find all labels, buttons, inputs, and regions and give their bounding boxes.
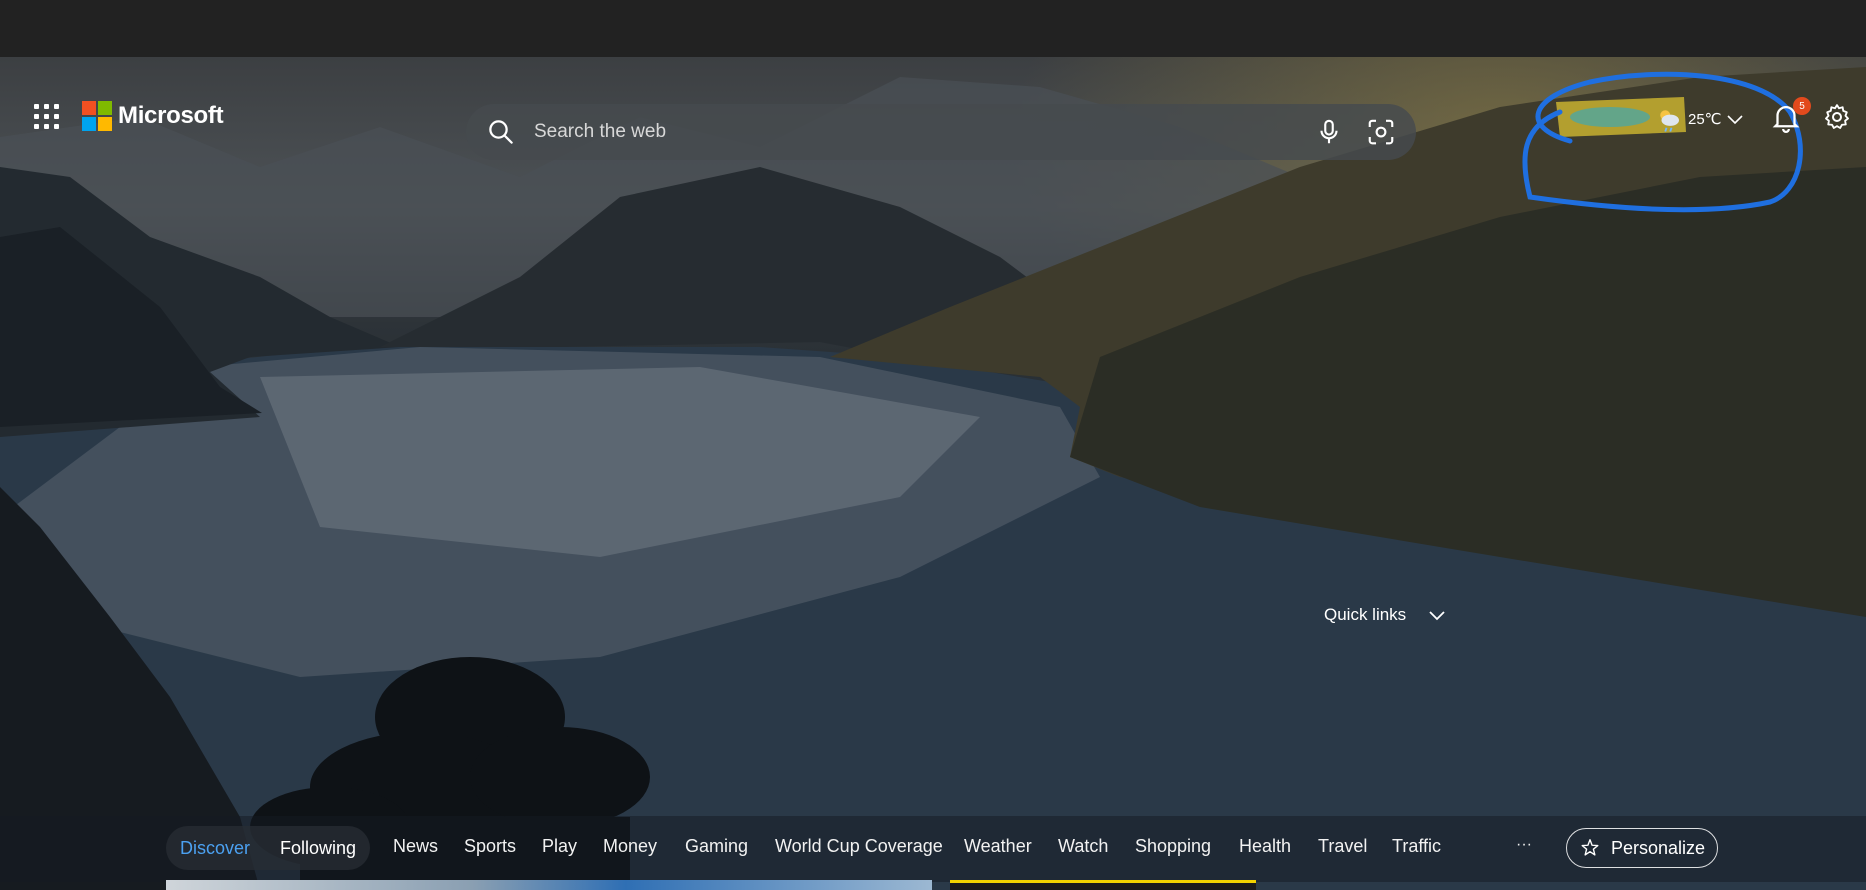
more-tabs-button[interactable]: ··· — [1516, 836, 1532, 854]
microsoft-logo-icon — [82, 101, 112, 131]
microsoft-logo[interactable]: Microsoft — [82, 101, 224, 131]
search-input[interactable] — [532, 120, 1292, 144]
background-image — [0, 57, 1866, 890]
browser-top-bar — [0, 0, 1866, 57]
nav-tab-watch[interactable]: Watch — [1058, 836, 1108, 857]
personalize-button[interactable]: Personalize — [1566, 828, 1718, 868]
search-bar[interactable] — [466, 104, 1416, 160]
weather-temperature: 25℃ — [1688, 111, 1722, 128]
visual-search-icon[interactable] — [1366, 117, 1396, 147]
quick-links-label: Quick links — [1324, 605, 1407, 624]
chevron-down-icon — [1429, 611, 1445, 621]
feed-toggle: Discover Following — [166, 826, 371, 870]
nav-tab-gaming[interactable]: Gaming — [685, 836, 748, 857]
microphone-icon[interactable] — [1314, 117, 1344, 147]
feed-card-preview[interactable] — [166, 880, 932, 890]
nav-tab-money[interactable]: Money — [603, 836, 657, 857]
nav-tab-health[interactable]: Health — [1239, 836, 1291, 857]
personalize-label: Personalize — [1610, 837, 1706, 858]
feed-card-preview[interactable] — [950, 880, 1256, 890]
nav-tab-weather[interactable]: Weather — [964, 836, 1032, 857]
nav-tab-shopping[interactable]: Shopping — [1135, 836, 1211, 857]
tab-following[interactable]: Following — [280, 838, 356, 859]
partly-cloudy-rain-icon — [1660, 110, 1679, 132]
settings-gear-icon[interactable] — [1822, 102, 1852, 132]
search-icon — [489, 120, 513, 144]
star-sparkle-icon — [1581, 839, 1599, 856]
nav-tab-play[interactable]: Play — [542, 836, 577, 857]
annotation-overlay — [1522, 71, 1803, 213]
nav-tab-sports[interactable]: Sports — [464, 836, 516, 857]
nav-tab-travel[interactable]: Travel — [1318, 836, 1367, 857]
weather-widget[interactable]: 25℃ — [1654, 104, 1744, 134]
quick-links-toggle[interactable]: Quick links — [1324, 605, 1446, 625]
apps-launcher-icon[interactable] — [34, 104, 60, 130]
tab-discover[interactable]: Discover — [180, 838, 250, 859]
nav-tab-news[interactable]: News — [393, 836, 438, 857]
notification-count-badge: 5 — [1793, 97, 1811, 115]
brand-name: Microsoft — [118, 102, 224, 129]
chevron-down-icon — [1726, 115, 1743, 125]
nav-tab-world-cup-coverage[interactable]: World Cup Coverage — [775, 836, 943, 857]
nav-tab-traffic[interactable]: Traffic — [1392, 836, 1441, 857]
